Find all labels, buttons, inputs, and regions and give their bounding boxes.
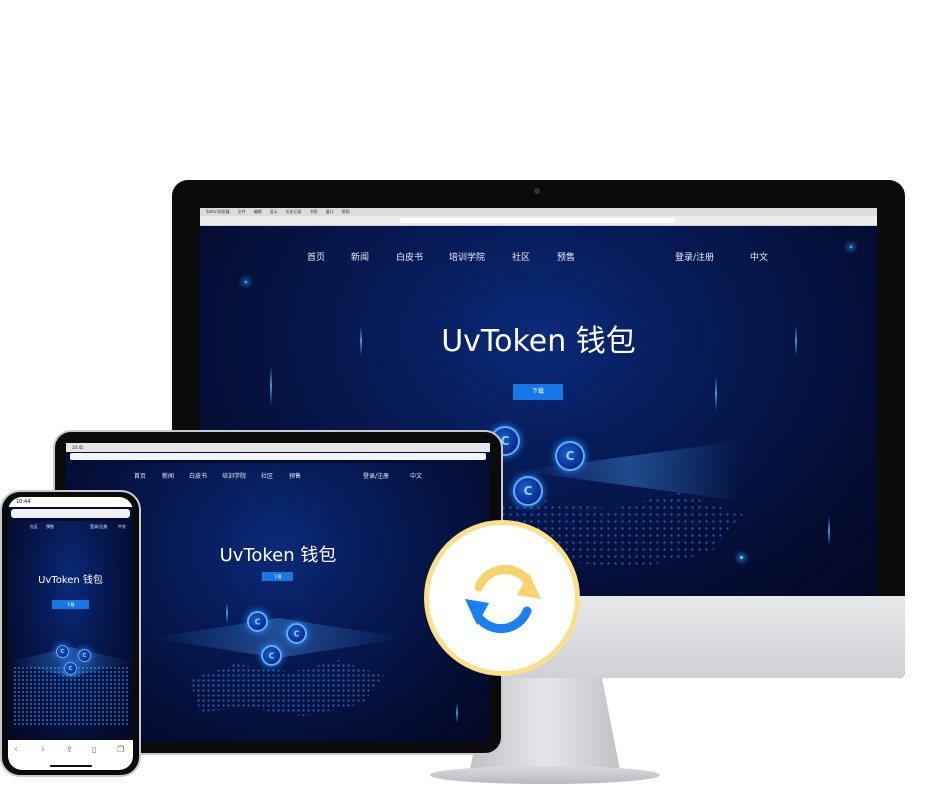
home-indicator [50, 765, 92, 767]
coin-icon [247, 611, 268, 632]
share-icon[interactable]: ⇪ [66, 745, 73, 754]
hero-title: UvToken 钱包 [38, 575, 103, 586]
nav-item-presale[interactable]: 预售 [46, 524, 54, 530]
coin-icon [555, 441, 585, 471]
download-button[interactable]: 下载 [262, 572, 293, 581]
status-time: 10:44 [16, 499, 31, 505]
nav-login[interactable]: 登录/注册 [90, 524, 107, 530]
star-dot [740, 556, 743, 559]
menubar-item[interactable]: 文件 [238, 208, 246, 216]
menubar-item[interactable]: 窗口 [326, 208, 334, 216]
camera-dot [534, 188, 540, 194]
sync-badge [424, 520, 580, 676]
world-map-dots [13, 666, 128, 726]
nav-item-community[interactable]: 社区 [261, 471, 273, 480]
light-beam [226, 603, 228, 623]
light-beam [270, 366, 272, 406]
nav-login[interactable]: 登录/注册 [675, 250, 714, 263]
light-beam [456, 703, 458, 723]
address-bar[interactable] [400, 218, 675, 223]
nav-language[interactable]: 中文 [410, 471, 422, 480]
nav-item-news[interactable]: 新闻 [351, 250, 369, 263]
hero-title: UvToken 钱包 [441, 324, 636, 359]
world-map-dots [189, 660, 385, 716]
monitor-base [430, 766, 660, 784]
nav-item-whitepaper[interactable]: 白皮书 [189, 471, 207, 480]
phone-toolbar: ‹ › ⇪ ▯ ❐ [8, 740, 133, 770]
forward-icon[interactable]: › [41, 744, 45, 755]
light-beam [828, 516, 830, 546]
phone-screen: 10:44 社区 预售 登录/注册 中文 UvToken 钱包 下载 ‹ › ⇪… [8, 497, 133, 770]
coin-icon [78, 649, 91, 662]
nav-item-academy[interactable]: 培训学院 [449, 250, 485, 263]
menubar-item[interactable]: 历史记录 [286, 208, 302, 216]
coin-icon [261, 645, 282, 666]
menubar-item[interactable]: 显示 [270, 208, 278, 216]
phone-statusbar: 10:44 [8, 497, 133, 507]
coin-icon [56, 645, 69, 658]
menubar-item[interactable]: 编辑 [254, 208, 262, 216]
menubar-item[interactable]: 帮助 [342, 208, 350, 216]
light-beam [715, 376, 717, 411]
nav-item-presale[interactable]: 预售 [289, 471, 301, 480]
nav-item-academy[interactable]: 培训学院 [222, 471, 246, 480]
nav-item-home[interactable]: 首页 [134, 471, 146, 480]
nav-item-home[interactable]: 首页 [307, 250, 325, 263]
download-button[interactable]: 下载 [513, 384, 563, 400]
back-icon[interactable]: ‹ [14, 744, 18, 755]
download-button[interactable]: 下载 [52, 600, 89, 609]
bookmarks-icon[interactable]: ▯ [92, 745, 96, 754]
coin-icon [513, 476, 543, 506]
star-dot [245, 281, 247, 283]
nav-item-news[interactable]: 新闻 [162, 471, 174, 480]
coin-icon [64, 662, 77, 675]
nav-item-presale[interactable]: 预售 [557, 250, 575, 263]
star-dot [850, 246, 852, 248]
light-beam [795, 326, 797, 356]
nav-item-community[interactable]: 社区 [512, 250, 530, 263]
nav-login[interactable]: 登录/注册 [363, 471, 389, 480]
tabs-icon[interactable]: ❐ [117, 745, 124, 754]
tablet-address-bar[interactable] [70, 453, 486, 460]
nav-item-community[interactable]: 社区 [30, 524, 38, 530]
phone-page: 社区 预售 登录/注册 中文 UvToken 钱包 下载 [8, 521, 133, 740]
browser-toolbar [200, 216, 877, 226]
nav-language[interactable]: 中文 [118, 524, 126, 530]
nav-language[interactable]: 中文 [750, 250, 768, 263]
menubar-item[interactable]: Safari浏览器 [206, 208, 230, 216]
coin-icon [286, 623, 307, 644]
tablet-statusbar: 10:45 [66, 443, 490, 452]
sync-icon [465, 564, 541, 634]
menubar-item[interactable]: 书签 [310, 208, 318, 216]
light-beam [360, 326, 362, 356]
status-time: 10:45 [72, 445, 84, 450]
phone-address-bar[interactable] [11, 509, 130, 518]
light-plane [520, 441, 740, 501]
mac-menubar: Safari浏览器 文件 编辑 显示 历史记录 书签 窗口 帮助 [200, 208, 877, 216]
nav-item-whitepaper[interactable]: 白皮书 [396, 250, 423, 263]
